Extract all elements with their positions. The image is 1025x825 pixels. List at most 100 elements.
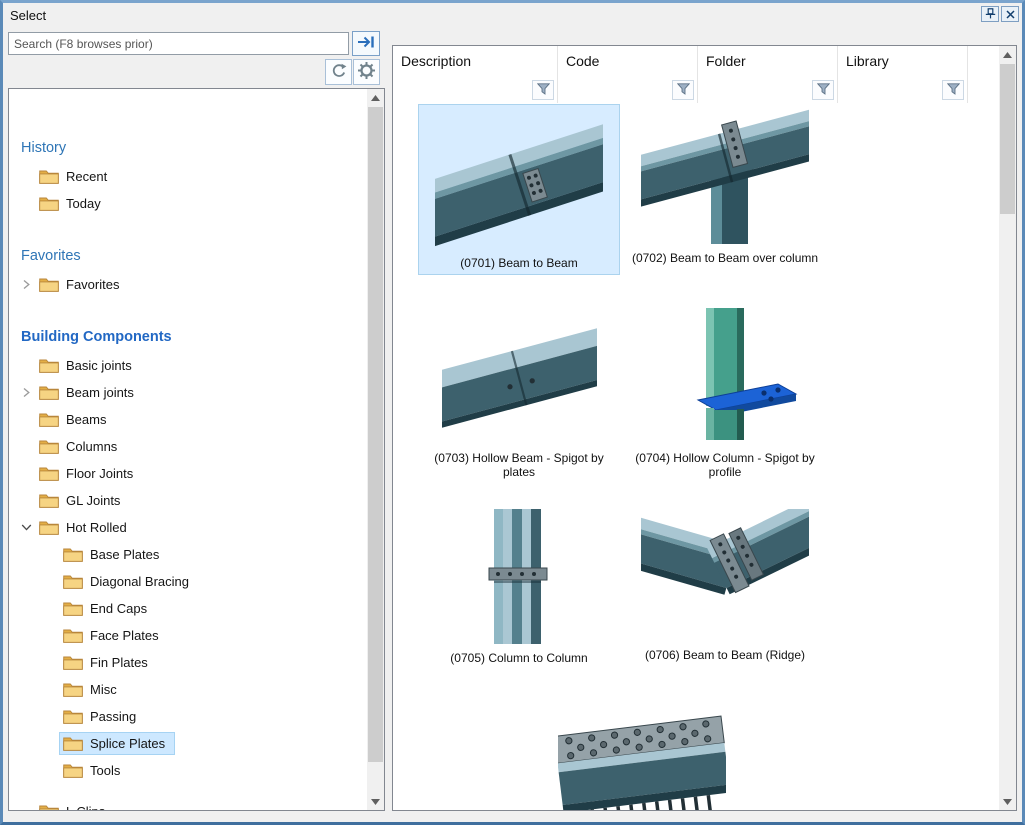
- column-header-library[interactable]: Library: [838, 46, 968, 76]
- tree-item-face-plates[interactable]: Face Plates: [9, 622, 367, 649]
- filter-icon: [677, 83, 690, 98]
- tree-item-beams[interactable]: Beams: [9, 406, 367, 433]
- tree-item-fin-plates[interactable]: Fin Plates: [9, 649, 367, 676]
- folder-icon: [63, 682, 83, 697]
- component-item-0702[interactable]: (0702) Beam to Beam over column: [625, 105, 825, 269]
- scroll-thumb[interactable]: [368, 107, 383, 762]
- select-window: Select HistoryRecentTodayFavoritesFavori…: [0, 0, 1025, 825]
- pin-icon: [985, 7, 996, 22]
- folder-icon: [39, 358, 59, 373]
- column-headers: Description Code Folder Library: [393, 46, 999, 76]
- component-item-0701[interactable]: (0701) Beam to Beam: [419, 105, 619, 274]
- folder-icon: [63, 628, 83, 643]
- tree-item-label: Recent: [66, 169, 107, 184]
- tree-item-label: Floor Joints: [66, 466, 133, 481]
- filter-cell-filler: [968, 76, 999, 103]
- component-item-0707[interactable]: [539, 688, 744, 810]
- tree-scrollbar[interactable]: [367, 89, 384, 810]
- close-icon: [1006, 7, 1015, 22]
- filter-icon: [817, 83, 830, 98]
- folder-icon: [63, 574, 83, 589]
- tree-item-gl-joints[interactable]: GL Joints: [9, 487, 367, 514]
- scroll-down-button[interactable]: [999, 793, 1016, 810]
- components-scrollbar[interactable]: [999, 46, 1016, 810]
- folder-icon: [39, 385, 59, 400]
- folder-icon: [63, 601, 83, 616]
- tree-item-hot-rolled[interactable]: Hot Rolled: [9, 514, 367, 541]
- filter-cell-library: [838, 76, 968, 103]
- tree-item-diagonal-bracing[interactable]: Diagonal Bracing: [9, 568, 367, 595]
- component-thumbnail: [641, 509, 809, 641]
- tree-item-label: L Clips: [66, 804, 105, 810]
- folder-icon: [63, 736, 83, 751]
- component-item-0703[interactable]: (0703) Hollow Beam - Spigot by plates: [419, 300, 619, 483]
- filter-button-folder[interactable]: [812, 80, 834, 100]
- settings-button[interactable]: [353, 59, 380, 85]
- gear-icon: [358, 62, 375, 82]
- filter-icon: [537, 83, 550, 98]
- component-label: (0702) Beam to Beam over column: [626, 251, 824, 265]
- folder-icon: [39, 439, 59, 454]
- filter-cell-folder: [698, 76, 838, 103]
- folder-icon: [63, 763, 83, 778]
- tree-item-splice-plates[interactable]: Splice Plates: [9, 730, 367, 757]
- tree-item-label: Base Plates: [90, 547, 159, 562]
- scroll-up-button[interactable]: [999, 46, 1016, 63]
- tree-item-row: Beams: [36, 409, 115, 430]
- filter-button-library[interactable]: [942, 80, 964, 100]
- folder-icon: [39, 466, 59, 481]
- tree-item-label: Diagonal Bracing: [90, 574, 189, 589]
- filter-cell-description: [393, 76, 558, 103]
- tree-item-columns[interactable]: Columns: [9, 433, 367, 460]
- folder-icon: [39, 196, 59, 211]
- tree-item-favorites[interactable]: Favorites: [9, 271, 367, 298]
- tree-item-l-clips[interactable]: L Clips: [9, 798, 367, 810]
- folder-icon: [63, 547, 83, 562]
- tree-item-misc[interactable]: Misc: [9, 676, 367, 703]
- tree-section-building-components: Building Components: [9, 322, 367, 352]
- scroll-up-button[interactable]: [367, 89, 384, 106]
- component-label: (0705) Column to Column: [444, 651, 593, 665]
- component-item-0705[interactable]: (0705) Column to Column: [419, 505, 619, 669]
- search-submit-button[interactable]: [352, 31, 380, 56]
- tree-item-label: End Caps: [90, 601, 147, 616]
- tree-item-end-caps[interactable]: End Caps: [9, 595, 367, 622]
- column-header-description[interactable]: Description: [393, 46, 558, 76]
- column-header-folder[interactable]: Folder: [698, 46, 838, 76]
- tree-item-label: Splice Plates: [90, 736, 165, 751]
- chevron-right-icon[interactable]: [17, 387, 36, 398]
- tree-item-today[interactable]: Today: [9, 190, 367, 217]
- scroll-down-button[interactable]: [367, 793, 384, 810]
- scroll-thumb[interactable]: [1000, 64, 1015, 214]
- chevron-right-icon[interactable]: [17, 279, 36, 290]
- component-thumbnail: [442, 304, 597, 444]
- tree-item-recent[interactable]: Recent: [9, 163, 367, 190]
- tree-item-basic-joints[interactable]: Basic joints: [9, 352, 367, 379]
- tree-item-label: GL Joints: [66, 493, 120, 508]
- tree-item-floor-joints[interactable]: Floor Joints: [9, 460, 367, 487]
- filter-button-code[interactable]: [672, 80, 694, 100]
- folder-icon: [39, 277, 59, 292]
- column-header-filler: [968, 46, 999, 76]
- filter-button-description[interactable]: [532, 80, 554, 100]
- tree-item-beam-joints[interactable]: Beam joints: [9, 379, 367, 406]
- component-label: (0706) Beam to Beam (Ridge): [639, 648, 811, 662]
- folder-icon: [63, 709, 83, 724]
- tree-item-row: Fin Plates: [60, 652, 157, 673]
- folder-icon: [39, 520, 59, 535]
- tree-item-label: Tools: [90, 763, 120, 778]
- chevron-down-icon[interactable]: [17, 524, 36, 531]
- pin-button[interactable]: [981, 6, 999, 22]
- close-button[interactable]: [1001, 6, 1019, 22]
- column-header-label: Description: [401, 53, 471, 69]
- refresh-button[interactable]: [325, 59, 352, 85]
- component-item-0704[interactable]: (0704) Hollow Column - Spigot by profile: [625, 300, 825, 483]
- component-thumbnail: [558, 692, 726, 810]
- tree-section-history: History: [9, 133, 367, 163]
- tree-item-tools[interactable]: Tools: [9, 757, 367, 784]
- tree-item-passing[interactable]: Passing: [9, 703, 367, 730]
- tree-item-base-plates[interactable]: Base Plates: [9, 541, 367, 568]
- column-header-code[interactable]: Code: [558, 46, 698, 76]
- search-input[interactable]: [8, 32, 349, 55]
- component-item-0706[interactable]: (0706) Beam to Beam (Ridge): [625, 505, 825, 666]
